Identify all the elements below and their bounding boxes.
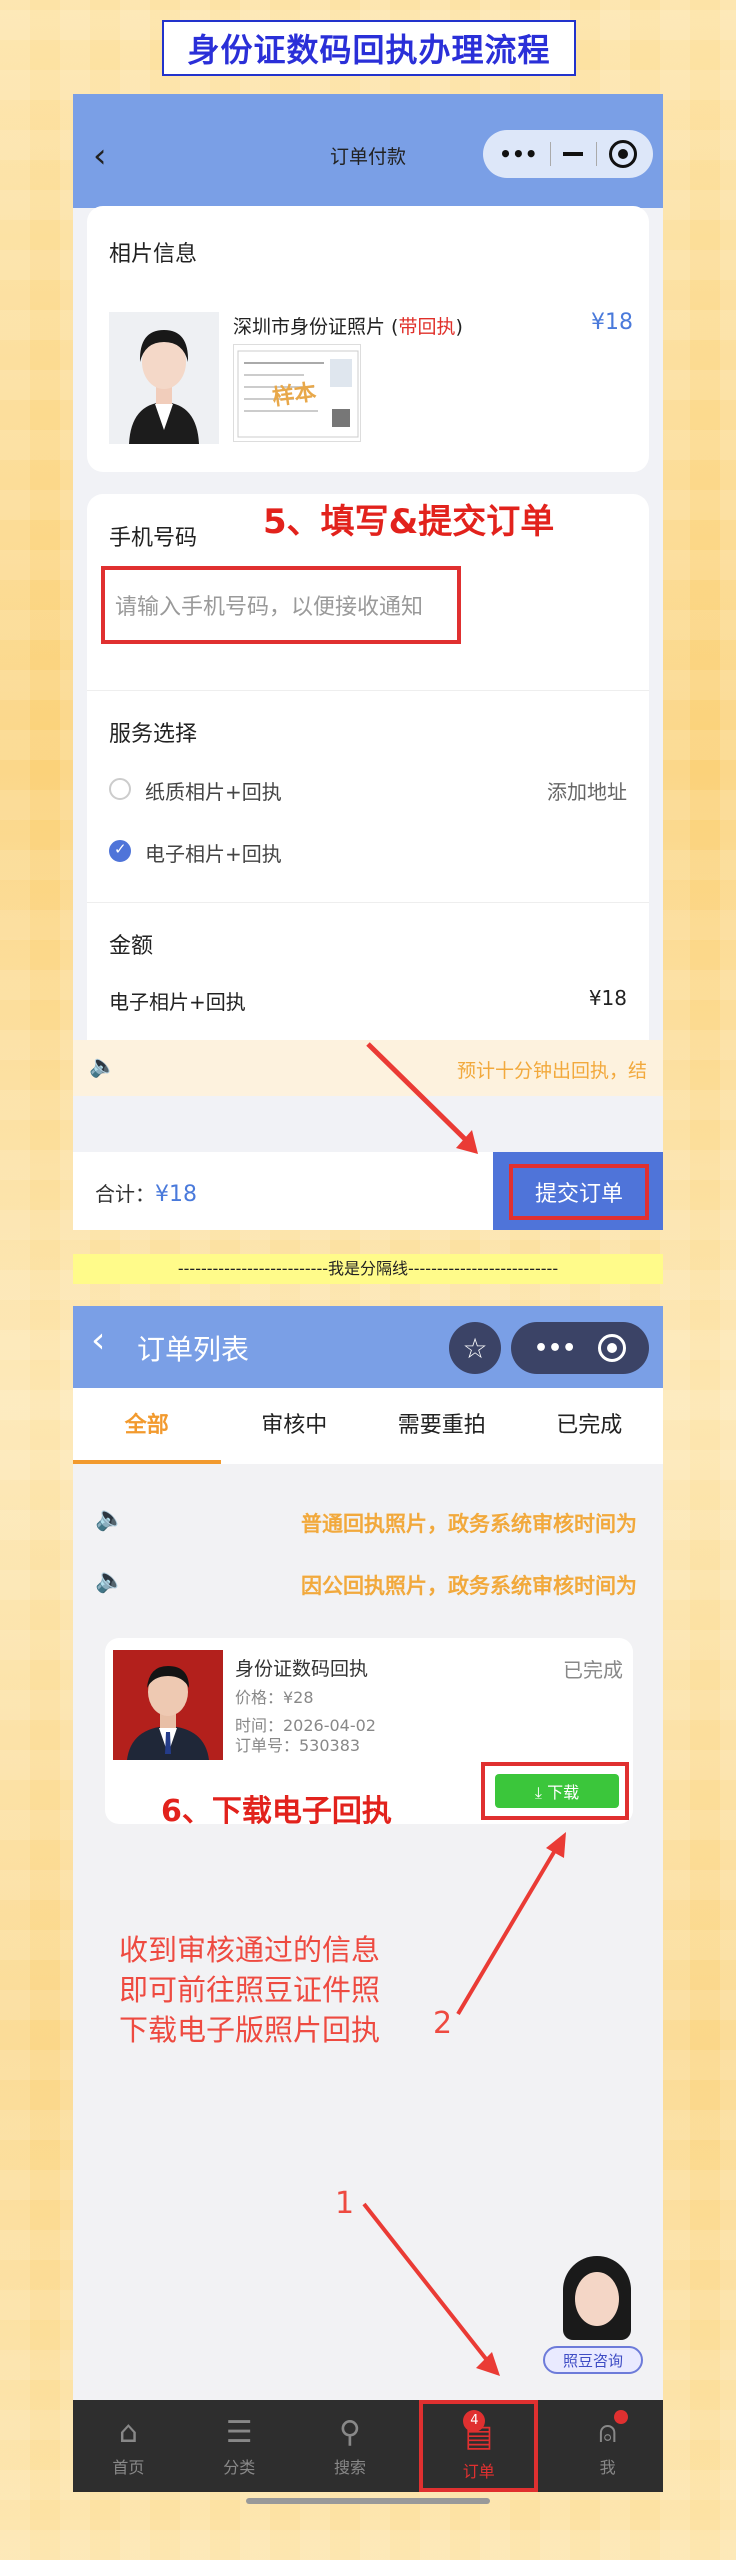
divider bbox=[87, 902, 649, 903]
tab-completed[interactable]: 已完成 bbox=[516, 1388, 664, 1464]
order-status: 已完成 bbox=[563, 1658, 623, 1682]
submit-order-button[interactable]: 提交订单 bbox=[509, 1164, 649, 1220]
divider bbox=[87, 690, 649, 691]
capsule-divider bbox=[549, 142, 551, 166]
arrow-to-submit bbox=[366, 1042, 478, 1154]
tab-all[interactable]: 全部 bbox=[73, 1388, 221, 1464]
user-icon: ⍝ bbox=[598, 2415, 617, 2450]
service-title: 服务选择 bbox=[109, 722, 198, 747]
search-icon: ⚲ bbox=[339, 2415, 361, 2450]
notice-row: 🔈 因公回执照片，政务系统审核时间为 bbox=[73, 1552, 663, 1612]
step-5-annotation: 5、填写&提交订单 bbox=[263, 502, 555, 542]
minimize-icon[interactable] bbox=[563, 152, 584, 156]
product-name: 深圳市身份证照片 (带回执) bbox=[233, 316, 463, 338]
step-6-annotation: 6、下载电子回执 bbox=[161, 1794, 392, 1829]
step-number-1: 1 bbox=[335, 2186, 355, 2221]
receipt-sample-thumbnail: 样本 bbox=[233, 344, 361, 442]
add-address-link[interactable]: 添加地址 bbox=[547, 776, 627, 805]
more-dots-icon[interactable]: ••• bbox=[534, 1336, 576, 1361]
handwritten-note: 收到审核通过的信息 即可前往照豆证件照 下载电子版照片回执 bbox=[119, 1933, 381, 2047]
separator-line: --------------------------我是分隔线---------… bbox=[73, 1254, 663, 1284]
photo-info-card: 相片信息 深圳市身份证照片 (带回执) ¥18 样本 bbox=[87, 206, 649, 472]
tabbar-orders[interactable]: ▤ 订单 4 bbox=[419, 2400, 539, 2492]
amount-row-value: ¥18 bbox=[588, 986, 627, 1010]
id-photo-male bbox=[113, 1650, 223, 1760]
tabbar-me[interactable]: ⍝ 我 bbox=[552, 2400, 663, 2492]
speaker-icon: 🔈 bbox=[95, 1504, 125, 1532]
page-title: 身份证数码回执办理流程 bbox=[162, 20, 576, 76]
phone-label: 手机号码 bbox=[109, 526, 198, 551]
tab-retake[interactable]: 需要重拍 bbox=[368, 1388, 516, 1464]
arrow-to-orders bbox=[362, 2202, 500, 2376]
mini-program-capsule[interactable]: ••• bbox=[511, 1322, 649, 1374]
home-icon: ⌂ bbox=[118, 2415, 138, 2450]
consult-assistant[interactable]: 照豆咨询 bbox=[543, 2256, 643, 2376]
photo-info-heading: 相片信息 bbox=[109, 242, 198, 267]
radio-paper-option[interactable] bbox=[109, 778, 131, 800]
capsule-divider bbox=[595, 142, 597, 166]
option-digital-label[interactable]: 电子相片+回执 bbox=[145, 838, 282, 867]
notice-text: 普通回执照片，政务系统审核时间为 bbox=[301, 1512, 637, 1536]
total-amount: 合计：¥18 bbox=[95, 1182, 197, 1207]
tab-reviewing[interactable]: 审核中 bbox=[221, 1388, 369, 1464]
close-target-icon[interactable] bbox=[608, 140, 637, 168]
tabbar-category[interactable]: ☰ 分类 bbox=[184, 2400, 295, 2492]
download-button[interactable]: ⤓ 下载 bbox=[495, 1774, 619, 1808]
back-chevron-icon[interactable]: ‹ bbox=[91, 1320, 105, 1361]
amount-row-label: 电子相片+回执 bbox=[109, 990, 246, 1014]
order-card[interactable]: 身份证数码回执 已完成 价格：¥28 时间：2026-04-02 订单号：530… bbox=[105, 1638, 633, 1829]
checkout-bar: 合计：¥18 提交订单 bbox=[73, 1152, 663, 1230]
speaker-icon: 🔈 bbox=[95, 1566, 125, 1594]
notice-text: 因公回执照片，政务系统审核时间为 bbox=[301, 1574, 637, 1598]
submit-area: 提交订单 bbox=[493, 1152, 663, 1230]
order-price: 价格：¥28 bbox=[235, 1688, 314, 1707]
amount-title: 金额 bbox=[109, 934, 154, 959]
notice-row: 🔈 普通回执照片，政务系统审核时间为 bbox=[73, 1490, 663, 1550]
nav-title: 订单列表 bbox=[137, 1333, 250, 1366]
category-icon: ☰ bbox=[225, 2415, 253, 2450]
tabbar-home[interactable]: ⌂ 首页 bbox=[73, 2400, 184, 2492]
order-number: 订单号：530383 bbox=[235, 1736, 361, 1755]
id-photo-female bbox=[109, 312, 219, 444]
product-price: ¥18 bbox=[591, 310, 633, 335]
arrow-to-download bbox=[456, 1832, 566, 2016]
sample-stamp: 样本 bbox=[270, 380, 318, 411]
consult-chip[interactable]: 照豆咨询 bbox=[543, 2346, 643, 2374]
radio-digital-option[interactable] bbox=[109, 840, 131, 862]
more-dots-icon[interactable]: ••• bbox=[499, 142, 537, 166]
bottom-tabbar: ⌂ 首页 ☰ 分类 ⚲ 搜索 ▤ 订单 4 ⍝ 我 bbox=[73, 2400, 663, 2492]
phone-number-input[interactable]: 请输入手机号码，以便接收通知 bbox=[101, 566, 461, 644]
star-icon[interactable]: ☆ bbox=[449, 1322, 501, 1374]
nav-bar: ‹ 订单付款 ••• bbox=[73, 94, 663, 208]
nav-bar: ‹ 订单列表 ☆ ••• bbox=[73, 1306, 663, 1388]
receipt-tag: 带回执 bbox=[398, 316, 456, 338]
order-form-card: 手机号码 5、填写&提交订单 请输入手机号码，以便接收通知 服务选择 纸质相片+… bbox=[87, 494, 649, 1068]
home-indicator bbox=[246, 2498, 490, 2504]
speaker-icon: 🔈 bbox=[89, 1054, 117, 1079]
order-tabs: 全部 审核中 需要重拍 已完成 bbox=[73, 1388, 663, 1464]
assistant-avatar bbox=[563, 2256, 631, 2340]
download-highlight: ⤓ 下载 bbox=[481, 1762, 629, 1820]
tabbar-search[interactable]: ⚲ 搜索 bbox=[295, 2400, 406, 2492]
close-target-icon[interactable] bbox=[598, 1334, 627, 1362]
option-paper-label[interactable]: 纸质相片+回执 bbox=[145, 776, 282, 805]
order-title: 身份证数码回执 bbox=[235, 1658, 369, 1680]
mini-program-capsule[interactable]: ••• bbox=[483, 130, 653, 178]
